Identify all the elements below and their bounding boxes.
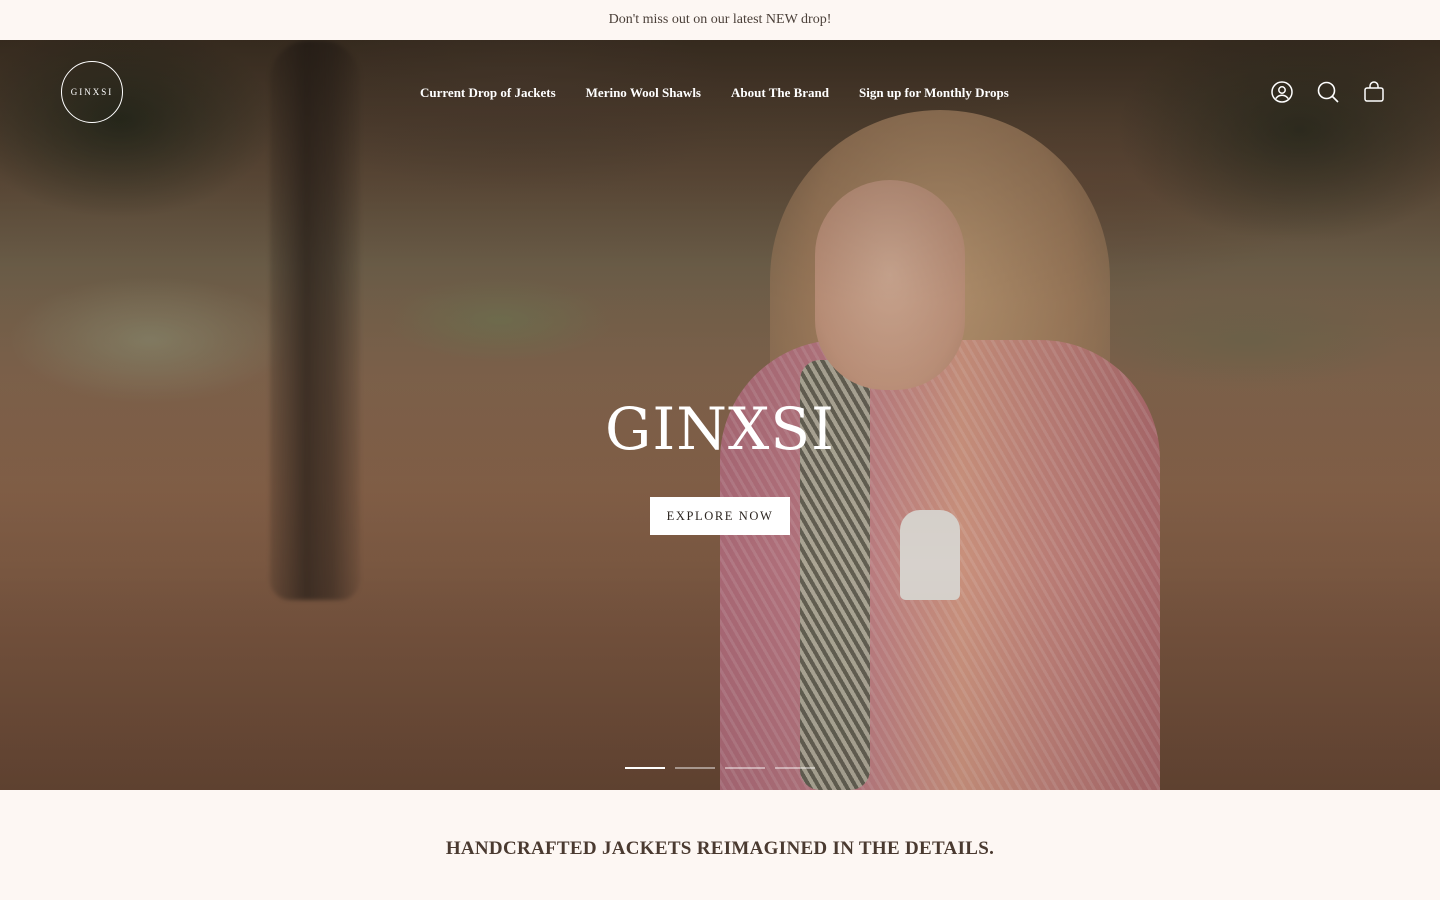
main-nav: Current Drop of Jackets Merino Wool Shaw… [420, 82, 1009, 104]
slide-indicators [625, 767, 815, 769]
nav-item-merino-shawls[interactable]: Merino Wool Shawls [586, 85, 701, 101]
nav-item-sign-up[interactable]: Sign up for Monthly Drops [859, 85, 1009, 101]
search-icon[interactable] [1316, 80, 1340, 104]
slide-dot-1[interactable] [625, 767, 665, 769]
intro-tagline: HANDCRAFTED JACKETS REIMAGINED IN THE DE… [445, 838, 995, 859]
nav-item-current-drop[interactable]: Current Drop of Jackets [420, 85, 556, 101]
header-actions [1270, 80, 1386, 104]
account-icon[interactable] [1270, 80, 1294, 104]
hero-title: GINXSI [605, 395, 835, 463]
brand-logo[interactable]: GINXSI [61, 61, 123, 123]
announcement-text: Don't miss out on our latest NEW drop! [608, 12, 832, 27]
slide-dot-2[interactable] [675, 767, 715, 769]
explore-now-button[interactable]: EXPLORE NOW [650, 497, 790, 535]
nav-item-about[interactable]: About The Brand [731, 85, 829, 101]
cart-icon[interactable] [1362, 80, 1386, 104]
announcement-bar: Don't miss out on our latest NEW drop! [0, 0, 1440, 40]
slide-dot-3[interactable] [725, 767, 765, 769]
slide-dot-4[interactable] [775, 767, 815, 769]
logo-text: GINXSI [70, 87, 114, 97]
